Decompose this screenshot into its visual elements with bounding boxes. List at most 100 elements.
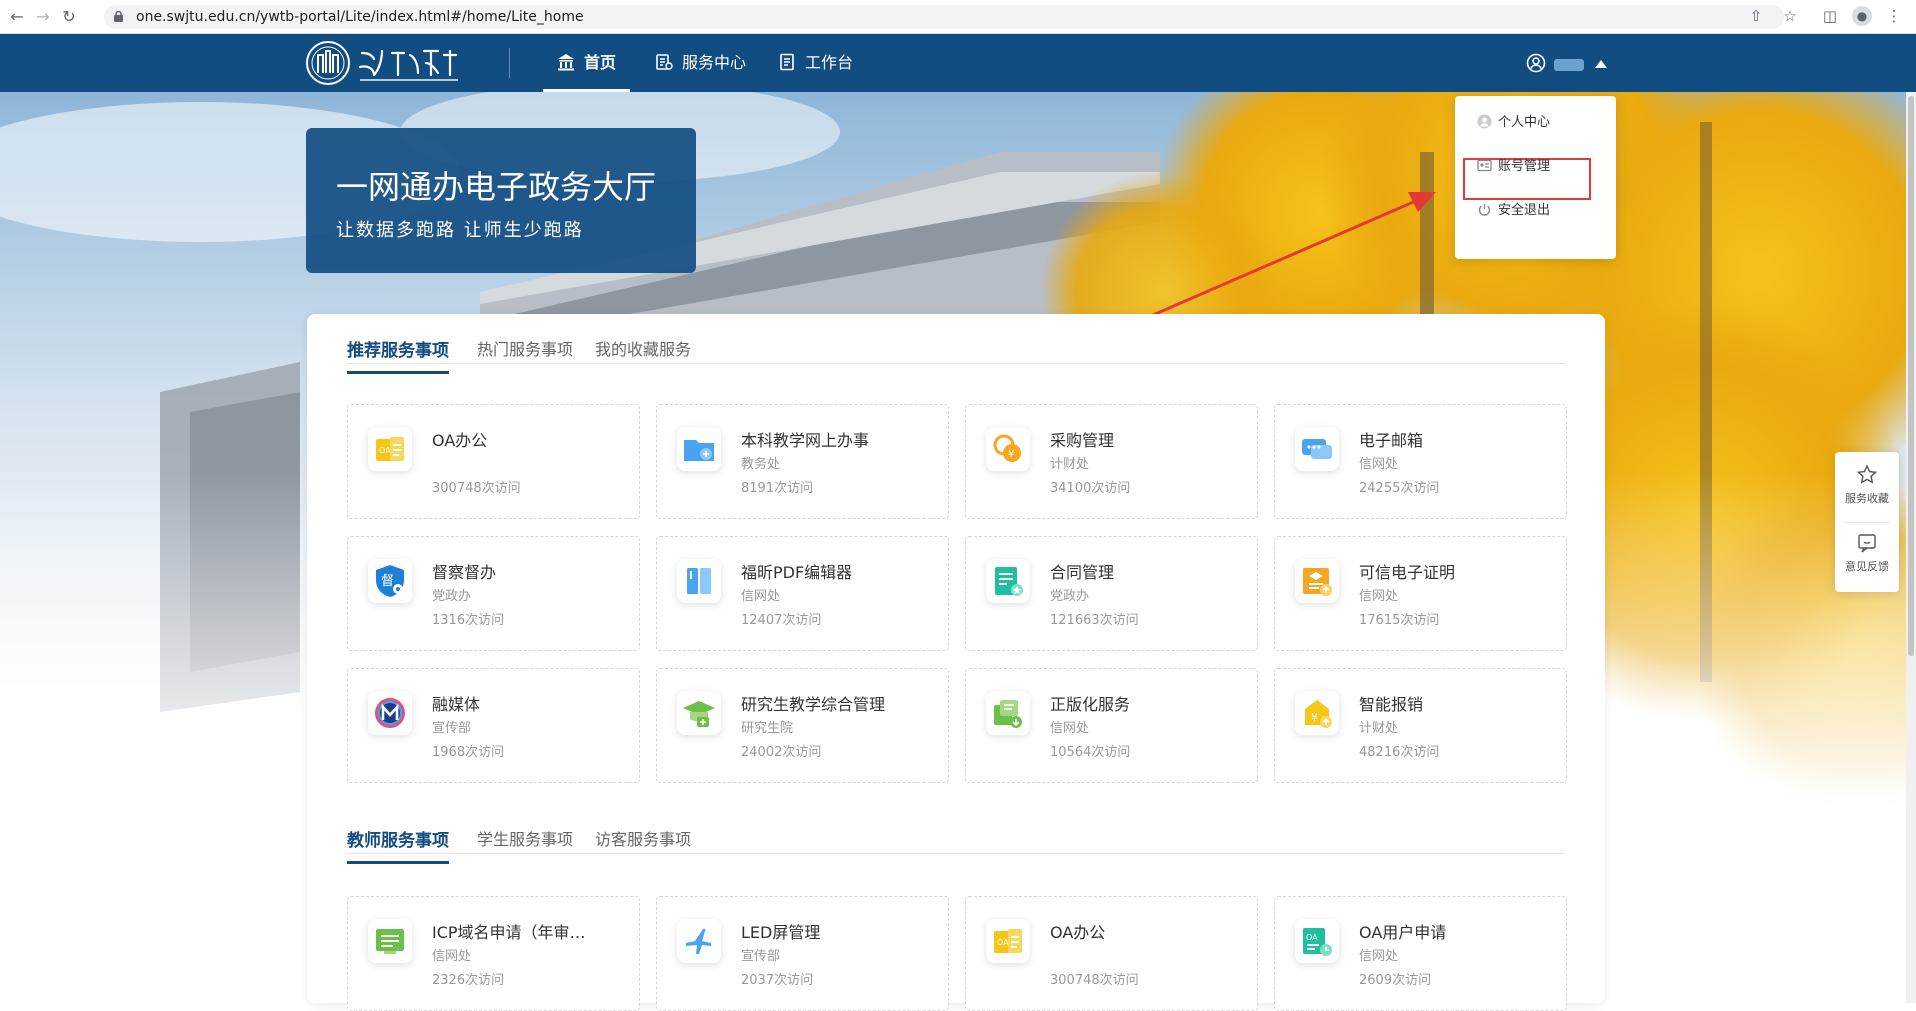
service-name: 福昕PDF编辑器 (741, 563, 853, 582)
nav-home-label: 首页 (584, 53, 617, 72)
menu-item-personal-center[interactable]: 个人中心 (1477, 113, 1550, 133)
svg-text:OA: OA (997, 938, 1009, 947)
service-card[interactable]: ¥ 智能报销 计财处 48216次访问 (1274, 668, 1567, 783)
bookmark-star-icon[interactable]: ☆ (1780, 6, 1800, 26)
back-icon[interactable]: ← (6, 6, 28, 28)
service-department: 宣传部 (432, 721, 472, 736)
person-icon (1477, 114, 1492, 129)
nav-workbench-label: 工作台 (805, 53, 854, 72)
service-icon-badge (677, 919, 721, 963)
lock-icon (114, 11, 123, 22)
scrollbar-thumb[interactable] (1908, 96, 1914, 656)
service-card[interactable]: 本科教学网上办事 教务处 8191次访问 (656, 404, 949, 519)
sidepanel-icon[interactable]: ◫ (1820, 6, 1840, 26)
service-visit-count: 121663次访问 (1050, 613, 1139, 628)
svg-text:督: 督 (381, 574, 394, 589)
purchase-icon: ¥ (993, 434, 1021, 462)
media-icon (375, 698, 405, 728)
reload-icon[interactable]: ↻ (58, 6, 80, 28)
service-visit-count: 2326次访问 (432, 973, 505, 988)
service-icon-badge (1295, 427, 1339, 471)
service-name: ICP域名申请（年审… (432, 923, 586, 942)
tab-teacher[interactable]: 教师服务事项 (347, 826, 449, 864)
service-department: 计财处 (1050, 457, 1090, 472)
svg-text:OA: OA (1306, 933, 1318, 942)
tab-recommended[interactable]: 推荐服务事项 (347, 336, 449, 374)
service-icon-badge (677, 559, 721, 603)
feedback-button[interactable]: 意见反馈 (1835, 532, 1899, 574)
nav-service-center[interactable]: 服务中心 (655, 34, 746, 92)
favorite-services-label: 服务收藏 (1845, 492, 1889, 505)
browser-toolbar: ← → ↻ one.swjtu.edu.cn/ywtb-portal/Lite/… (0, 0, 1916, 34)
service-visit-count: 2037次访问 (741, 973, 814, 988)
service-card[interactable]: 福昕PDF编辑器 信网处 12407次访问 (656, 536, 949, 651)
service-department: 党政办 (432, 589, 472, 604)
oa-icon: OA (994, 929, 1022, 953)
service-name: 合同管理 (1050, 563, 1115, 582)
menu-kebab-icon[interactable]: ⋮ (1884, 6, 1904, 26)
service-name: 督察督办 (432, 563, 497, 582)
tab-popular[interactable]: 热门服务事项 (477, 336, 573, 370)
service-card[interactable]: 可信电子证明 信网处 17615次访问 (1274, 536, 1567, 651)
service-visit-count: 48216次访问 (1359, 745, 1440, 760)
service-card[interactable]: ICP域名申请（年审… 信网处 2326次访问 (347, 896, 640, 1011)
side-divider (1843, 522, 1891, 523)
folder-icon (684, 440, 714, 461)
service-icon-badge: OA (1295, 919, 1339, 963)
reimburse-icon: ¥ (1305, 700, 1332, 728)
graduate-icon (683, 701, 715, 727)
icp-icon (376, 929, 404, 954)
service-icon-badge: ¥ (1295, 691, 1339, 735)
service-card[interactable]: 督 督察督办 党政办 1316次访问 (347, 536, 640, 651)
side-toolbar: 服务收藏 意见反馈 (1835, 452, 1899, 592)
service-card[interactable]: 研究生教学综合管理 研究生院 24002次访问 (656, 668, 949, 783)
service-icon-badge (368, 919, 412, 963)
chat-icon (1302, 439, 1332, 459)
menu-item-logout[interactable]: 安全退出 (1477, 201, 1550, 221)
profile-icon[interactable]: ● (1852, 6, 1872, 26)
service-name: 研究生教学综合管理 (741, 695, 886, 714)
svg-text:¥: ¥ (1311, 711, 1318, 724)
service-visit-count: 34100次访问 (1050, 481, 1131, 496)
service-name: 本科教学网上办事 (741, 431, 870, 450)
url-text: one.swjtu.edu.cn/ywtb-portal/Lite/index.… (136, 9, 584, 25)
service-department: 信网处 (1359, 457, 1399, 472)
service-visit-count: 12407次访问 (741, 613, 822, 628)
service-card[interactable]: OA OA用户申请 信网处 2609次访问 (1274, 896, 1567, 1011)
service-card[interactable]: LED屏管理 宣传部 2037次访问 (656, 896, 949, 1011)
nav-home[interactable]: 首页 (543, 34, 631, 92)
service-card[interactable]: OA OA办公 300748次访问 (965, 896, 1258, 1011)
service-name: 可信电子证明 (1359, 563, 1456, 582)
service-card[interactable]: 融媒体 宣传部 1968次访问 (347, 668, 640, 783)
service-visit-count: 10564次访问 (1050, 745, 1131, 760)
service-card[interactable]: 正版化服务 信网处 10564次访问 (965, 668, 1258, 783)
service-card[interactable]: 电子邮箱 信网处 24255次访问 (1274, 404, 1567, 519)
banner-subtitle: 让数据多跑路 让师生少跑路 (336, 220, 584, 241)
service-name: 智能报销 (1359, 695, 1424, 714)
tab-visitor[interactable]: 访客服务事项 (595, 826, 691, 860)
service-department: 宣传部 (741, 949, 781, 964)
tab-favorites[interactable]: 我的收藏服务 (595, 336, 691, 370)
university-logo[interactable] (304, 39, 504, 87)
service-name: 融媒体 (432, 695, 481, 714)
nav-workbench[interactable]: 工作台 (778, 34, 853, 92)
services-card: 推荐服务事项 热门服务事项 我的收藏服务 OA OA办公 300748次访问 本科教学… (307, 314, 1605, 1011)
user-name-redacted[interactable] (1554, 59, 1584, 71)
user-avatar-icon[interactable] (1526, 53, 1546, 73)
feedback-icon (1858, 534, 1876, 553)
service-card[interactable]: 合同管理党政办 121663次访问 (965, 536, 1258, 651)
certificate-icon (1303, 568, 1332, 596)
address-bar[interactable]: one.swjtu.edu.cn/ywtb-portal/Lite/index.… (104, 5, 1784, 29)
service-card[interactable]: OA OA办公 300748次访问 (347, 404, 640, 519)
share-icon[interactable]: ⇧ (1746, 6, 1766, 26)
menu-item-account-management[interactable]: 账号管理 (1477, 157, 1550, 177)
service-department: 党政办 (1050, 589, 1090, 604)
caret-up-icon[interactable] (1595, 60, 1607, 68)
forward-icon[interactable]: → (32, 6, 54, 28)
service-card[interactable]: ¥ 采购管理 计财处 34100次访问 (965, 404, 1258, 519)
user-dropdown-menu: 个人中心 账号管理 安全退出 (1455, 96, 1616, 259)
service-icon-badge (677, 427, 721, 471)
favorite-services-button[interactable]: 服务收藏 (1835, 464, 1899, 506)
oa-user-icon: OA (1303, 928, 1332, 956)
tab-student[interactable]: 学生服务事项 (477, 826, 573, 860)
